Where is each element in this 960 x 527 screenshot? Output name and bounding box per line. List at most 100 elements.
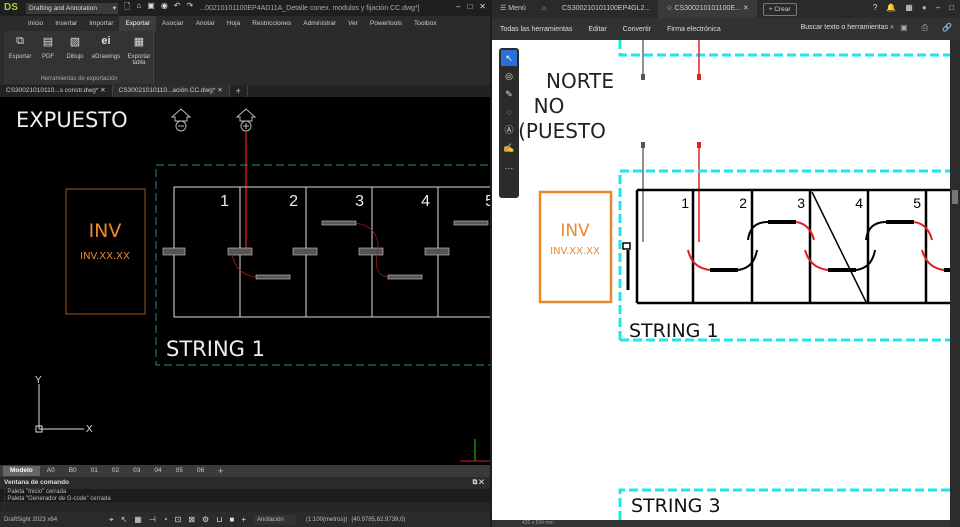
doc-tab[interactable]: CS30021010110...s constr.dwg* ✕: [0, 85, 113, 97]
print-preview-icon[interactable]: ◉: [161, 1, 168, 15]
close-icon[interactable]: ✕: [479, 2, 486, 11]
doc-tab[interactable]: CS30021010110...ación CC.dwg* ✕: [112, 85, 230, 97]
apps-icon[interactable]: ▦: [905, 3, 913, 12]
minimize-icon[interactable]: –: [456, 2, 460, 11]
edrawings-button[interactable]: ei eDrawings: [91, 35, 121, 60]
print-icon[interactable]: ⎙: [922, 23, 928, 33]
polar-icon[interactable]: ◔: [163, 515, 168, 525]
close-tab-icon[interactable]: ✕: [217, 87, 222, 94]
comment-tool-icon[interactable]: ◎: [501, 68, 517, 84]
select-tool-icon[interactable]: ↖: [501, 50, 517, 66]
vertical-scrollbar[interactable]: [950, 40, 960, 520]
ribbon-tab-toolbox[interactable]: Toolbox: [408, 16, 442, 31]
search-button[interactable]: Buscar texto o herramientas ⌕: [801, 24, 894, 32]
maximize-icon[interactable]: □: [467, 2, 472, 11]
ribbon-tab-restricciones[interactable]: Restricciones: [246, 16, 297, 31]
plus-icon[interactable]: +: [241, 515, 246, 525]
etrack-icon[interactable]: ⊠: [188, 515, 195, 525]
link-icon[interactable]: 🔗: [942, 23, 952, 33]
layout-tab[interactable]: 03: [126, 466, 147, 476]
more-tools-icon[interactable]: …: [501, 158, 517, 174]
doc-tab-active[interactable]: ☆ CS300210101100E... ✕: [658, 0, 757, 18]
drawing-heading: EXPUESTO: [16, 108, 128, 132]
annotation-select[interactable]: Anotación: [253, 514, 296, 525]
maximize-icon[interactable]: □: [949, 3, 954, 12]
inverter-label: INV: [89, 220, 122, 242]
new-icon[interactable]: 🗋: [124, 1, 130, 15]
inverter-id: INV.XX.XX: [80, 251, 130, 262]
drawing-canvas[interactable]: EXPUESTO INV INV.XX.XX 1 2 3 4 5 STRING …: [0, 97, 490, 465]
lasso-tool-icon[interactable]: ◌: [501, 104, 517, 120]
all-tools-button[interactable]: Todas las herramientas: [492, 26, 580, 33]
undo-icon[interactable]: ↶: [174, 1, 181, 15]
workspace-select[interactable]: Drafting and Annotation: [26, 2, 118, 14]
grid-icon[interactable]: ▦: [134, 515, 142, 525]
close-tab-icon[interactable]: ✕: [100, 87, 105, 94]
save-icon[interactable]: ▣: [147, 1, 155, 15]
avatar[interactable]: ●: [922, 3, 927, 12]
ribbon-tab-hoja[interactable]: Hoja: [221, 16, 246, 31]
module-number: 1: [681, 195, 689, 211]
window-title: ...00210101100EP4AD11A_Detalle conex. mo…: [199, 4, 420, 12]
close-tab-icon[interactable]: ✕: [743, 5, 749, 12]
model-icon[interactable]: ⊔: [216, 515, 222, 525]
scroll-thumb[interactable]: [952, 190, 958, 204]
snap-icon[interactable]: ⌖: [109, 515, 114, 525]
layout-tab[interactable]: B0: [62, 466, 84, 476]
string-boundary: [155, 164, 490, 366]
inverter-id: INV.XX.XX: [550, 246, 600, 257]
layout-tab[interactable]: 04: [147, 466, 168, 476]
ribbon-tab-administrar[interactable]: Administrar: [297, 16, 342, 31]
ribbon-tab-insertar[interactable]: Insertar: [49, 16, 83, 31]
stamp-tool-icon[interactable]: ✍: [501, 140, 517, 156]
ribbon-tab-anotar[interactable]: Anotar: [190, 16, 221, 31]
close-icon[interactable]: ⧉ ✕: [473, 477, 484, 489]
pdf-button[interactable]: ▤ PDF: [33, 35, 63, 60]
layout-tab-modelo[interactable]: Modelo: [3, 466, 40, 476]
ribbon-tab-asociar[interactable]: Asociar: [156, 16, 190, 31]
command-input[interactable]: :: [0, 502, 490, 512]
esign-button[interactable]: Firma electrónica: [659, 26, 729, 33]
export-table-button[interactable]: ▦ Exportar tabla: [124, 35, 154, 66]
floating-toolbar: ↖ ◎ ✎ ◌ Ⓐ ✍ …: [499, 48, 519, 198]
open-icon[interactable]: ⌂: [136, 1, 141, 15]
esnap-icon[interactable]: ⊡: [175, 515, 182, 525]
add-layout-button[interactable]: +: [211, 466, 230, 476]
minimize-icon[interactable]: –: [936, 3, 940, 12]
layout-tab[interactable]: 02: [105, 466, 126, 476]
ortho-icon[interactable]: ⊣: [149, 515, 156, 525]
pen-tool-icon[interactable]: ✎: [501, 86, 517, 102]
help-icon[interactable]: ?: [873, 3, 877, 12]
export-button[interactable]: ⧉ Exportar: [5, 35, 35, 60]
ribbon-tab-powertools[interactable]: Powertools: [364, 16, 408, 31]
layout-tab[interactable]: A0: [40, 466, 62, 476]
menu-button[interactable]: ☰ Menú: [492, 0, 534, 18]
bell-icon[interactable]: 🔔: [886, 3, 896, 12]
ribbon-tab-importar[interactable]: Importar: [83, 16, 119, 31]
export-table-icon: ▦: [133, 36, 145, 48]
ribbon-tab-ver[interactable]: Ver: [342, 16, 364, 31]
convert-button[interactable]: Convertir: [615, 26, 659, 33]
inverter-label: INV: [560, 221, 590, 241]
layout-tab[interactable]: 06: [190, 466, 211, 476]
select-icon[interactable]: ↖: [121, 515, 128, 525]
pdf-page[interactable]: NORTE NO (PUESTO INV INV.XX.XX 1 2 3 4 5…: [492, 40, 950, 520]
edit-button[interactable]: Editar: [580, 26, 614, 33]
new-tab-button[interactable]: +: [230, 85, 248, 97]
ribbon-tab-exportar[interactable]: Exportar: [119, 16, 157, 31]
search-icon: ⌕: [890, 24, 894, 31]
redo-icon[interactable]: ↷: [187, 1, 194, 15]
lineweight-icon[interactable]: ⚙: [202, 515, 209, 525]
layout-tab[interactable]: 01: [84, 466, 105, 476]
doc-tab[interactable]: CS300210101100EP4GL2...: [554, 0, 658, 18]
text-tool-icon[interactable]: Ⓐ: [501, 122, 517, 138]
save-icon[interactable]: ▣: [900, 23, 908, 33]
create-button[interactable]: + Crear: [762, 2, 797, 16]
drawing-button[interactable]: ▧ Dibujo: [60, 35, 90, 60]
star-icon[interactable]: ☆: [666, 5, 672, 12]
home-icon[interactable]: ⌂: [534, 0, 554, 18]
quick-input-icon[interactable]: ■: [229, 515, 234, 525]
drawing-icon: ▧: [69, 36, 81, 48]
layout-tab[interactable]: 05: [169, 466, 190, 476]
ribbon-tab-inicio[interactable]: Inicio: [22, 16, 49, 31]
